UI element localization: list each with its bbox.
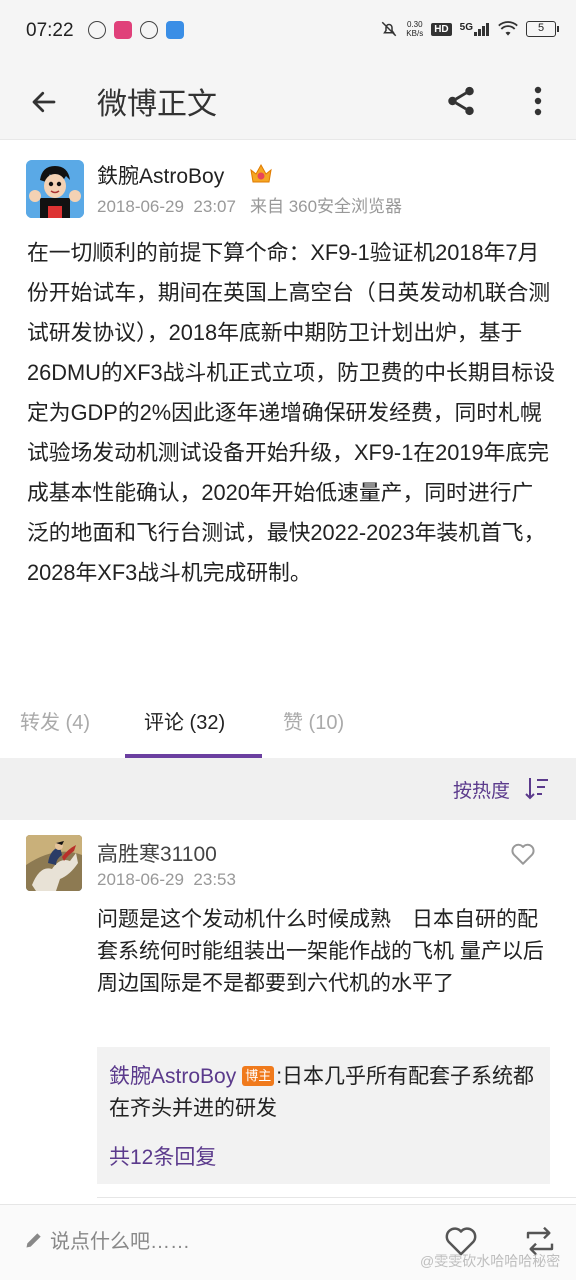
speed-unit: KB/s (406, 29, 424, 38)
comment-input[interactable]: 说点什么吧…… (24, 1225, 190, 1254)
tab-repost[interactable]: 转发 (4) (20, 706, 90, 735)
status-bar: 07:22 0.30 KB/s HD 5G 5 (0, 0, 576, 62)
watermark: @雯雯砍水哈哈哈秘密 (420, 1253, 561, 1269)
tab-bar: 转发 (4) 评论 (32) 赞 (10) (0, 684, 576, 758)
system-icons: 0.30 KB/s HD 5G 5 (380, 20, 559, 38)
horse-rider-avatar-icon (26, 835, 82, 891)
view-all-replies-link[interactable]: 共12条回复 (109, 1141, 216, 1171)
cloud-app-icon (166, 21, 184, 39)
post-meta: 2018-06-29 23:07 来自 360安全浏览器 (97, 192, 402, 217)
bottom-action-bar: 说点什么吧…… @雯雯砍水哈哈哈秘密 (0, 1204, 576, 1280)
heart-outline-icon (511, 843, 535, 865)
signal-icon (474, 23, 489, 36)
comment-text: 问题是这个发动机什么时候成熟 日本自研的配套系统何时能组装出一架能作战的飞机 量… (97, 908, 544, 995)
reply-preview[interactable]: 鉄腕AstroBoy 博主:日本几乎所有配套子系统都在齐头并进的研发 共12条回复 (97, 1047, 550, 1184)
post-text: 在一切顺利的前提下算个命：XF9-1验证机2018年7月份开始试车，期间在英国上… (27, 240, 556, 585)
share-icon (448, 86, 474, 116)
author-name[interactable]: 鉄腕AstroBoy (97, 160, 224, 190)
speed-value: 0.30 (406, 20, 423, 29)
triangle-app-icon (88, 21, 106, 39)
pencil-icon (26, 1232, 41, 1247)
blogger-badge: 博主 (242, 1066, 275, 1086)
hd-badge: HD (431, 22, 452, 36)
reply-item: 鉄腕AstroBoy 博主:日本几乎所有配套子系统都在齐头并进的研发 (109, 1061, 541, 1125)
tab-likes[interactable]: 赞 (10) (283, 706, 344, 735)
tab-comments[interactable]: 评论 (32) (144, 706, 225, 735)
sort-icon[interactable] (524, 776, 550, 800)
k-app-icon (140, 21, 158, 39)
wifi-icon (498, 21, 518, 36)
sort-by-hot-button[interactable]: 按热度 (453, 776, 510, 803)
post-date: 2018-06-29 (97, 197, 184, 216)
comment-input-placeholder: 说点什么吧…… (50, 1231, 190, 1253)
battery-indicator: 5 (526, 21, 559, 37)
divider (97, 1197, 576, 1198)
comment-like-button[interactable] (506, 838, 540, 870)
share-button[interactable] (436, 76, 486, 126)
commenter-name[interactable]: 高胜寒31100 (97, 838, 217, 868)
app-bar: 微博正文 (0, 62, 576, 140)
commenter-avatar[interactable] (26, 835, 82, 891)
crown-badge-icon (250, 163, 272, 183)
mute-bell-icon (382, 21, 397, 37)
back-button[interactable] (22, 80, 66, 124)
author-avatar[interactable] (26, 160, 84, 218)
network-label: 5G (459, 22, 473, 33)
post-source: 来自 360安全浏览器 (249, 197, 403, 216)
more-button[interactable] (516, 76, 560, 126)
page-title: 微博正文 (97, 87, 217, 122)
comment-time: 2018-06-29 23:53 (97, 870, 236, 889)
more-vertical-icon (534, 86, 542, 116)
iqiyi-app-icon (114, 21, 132, 39)
post-time: 23:07 (193, 197, 236, 216)
network-speed: 0.30 KB/s (406, 20, 423, 38)
reply-author[interactable]: 鉄腕AstroBoy (109, 1065, 236, 1088)
sort-bar: 按热度 (0, 758, 576, 820)
astroboy-avatar-icon (26, 160, 84, 218)
back-arrow-icon (32, 91, 56, 113)
network-type: 5G (460, 22, 490, 36)
status-time: 07:22 (26, 20, 74, 41)
notification-icons (88, 21, 184, 39)
